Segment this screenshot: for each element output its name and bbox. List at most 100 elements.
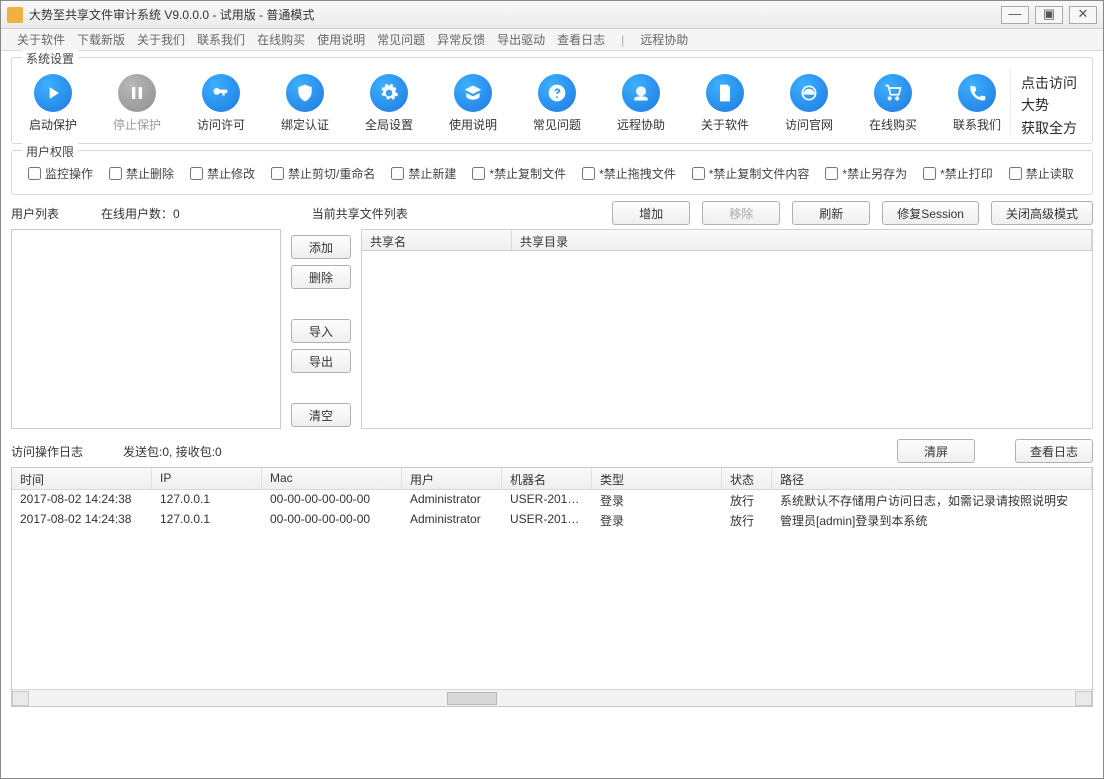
checkbox[interactable] (825, 167, 838, 180)
shield-icon (286, 74, 324, 112)
share-col-name[interactable]: 共享名 (362, 230, 512, 250)
scroll-track[interactable] (29, 691, 1075, 706)
perm-check-item[interactable]: *禁止复制文件内容 (692, 165, 810, 182)
cell-status: 放行 (722, 490, 772, 510)
toolbar-start-protect-button[interactable]: 启动保护 (26, 74, 80, 133)
check-label: *禁止打印 (940, 165, 993, 182)
log-col-type[interactable]: 类型 (592, 468, 722, 489)
log-col-time[interactable]: 时间 (12, 468, 152, 489)
toolbar-usage-button[interactable]: 使用说明 (446, 74, 500, 133)
share-add-button[interactable]: 增加 (612, 201, 690, 225)
toolbar-visit-site-button[interactable]: 访问官网 (782, 74, 836, 133)
menu-item[interactable]: 关于软件 (11, 33, 71, 47)
close-button[interactable]: ✕ (1069, 6, 1097, 24)
promo-line2: 获取全方位 (1021, 119, 1082, 134)
check-label: *禁止复制文件 (489, 165, 566, 182)
toolbar-bind-auth-button[interactable]: 绑定认证 (278, 74, 332, 133)
log-label: 访问操作日志 (11, 443, 83, 460)
perm-check-item[interactable]: *禁止拖拽文件 (582, 165, 676, 182)
log-view-button[interactable]: 查看日志 (1015, 439, 1093, 463)
checkbox[interactable] (582, 167, 595, 180)
log-row[interactable]: 2017-08-02 14:24:38127.0.0.100-00-00-00-… (12, 510, 1092, 530)
checkbox[interactable] (28, 167, 41, 180)
userlist-add-button[interactable]: 添加 (291, 235, 351, 259)
horizontal-scrollbar[interactable] (12, 689, 1092, 706)
scroll-right-arrow[interactable] (1075, 691, 1092, 706)
menu-item[interactable]: 关于我们 (131, 33, 191, 47)
menu-item[interactable]: 在线购买 (251, 33, 311, 47)
perm-check-item[interactable]: 禁止修改 (190, 165, 255, 182)
share-remove-button[interactable]: 移除 (702, 201, 780, 225)
cell-type: 登录 (592, 490, 722, 510)
menu-item[interactable]: 联系我们 (191, 33, 251, 47)
log-row[interactable]: 2017-08-02 14:24:38127.0.0.100-00-00-00-… (12, 490, 1092, 510)
toolbar-contact-button[interactable]: 联系我们 (950, 74, 1004, 133)
log-col-user[interactable]: 用户 (402, 468, 502, 489)
scroll-thumb[interactable] (447, 692, 497, 705)
perm-check-item[interactable]: 禁止删除 (109, 165, 174, 182)
menu-item[interactable]: 下载新版 (71, 33, 131, 47)
menu-item[interactable]: 导出驱动 (491, 33, 551, 47)
toolbar-buy-online-button[interactable]: 在线购买 (866, 74, 920, 133)
perm-check-item[interactable]: 禁止读取 (1009, 165, 1074, 182)
share-col-dir[interactable]: 共享目录 (512, 230, 1092, 250)
share-refresh-button[interactable]: 刷新 (792, 201, 870, 225)
log-col-host[interactable]: 机器名 (502, 468, 592, 489)
checkbox[interactable] (190, 167, 203, 180)
toolbar-item-label: 停止保护 (113, 116, 161, 133)
perm-check-item[interactable]: *禁止复制文件 (472, 165, 566, 182)
toolbar-global-settings-button[interactable]: 全局设置 (362, 74, 416, 133)
check-label: *禁止另存为 (842, 165, 907, 182)
log-clear-button[interactable]: 清屏 (897, 439, 975, 463)
menu-item[interactable]: 查看日志 (551, 33, 611, 47)
userlist-clear-button[interactable]: 清空 (291, 403, 351, 427)
perm-check-item[interactable]: 监控操作 (28, 165, 93, 182)
toolbar-access-permit-button[interactable]: 访问许可 (194, 74, 248, 133)
menu-item[interactable]: 异常反馈 (431, 33, 491, 47)
userlist-box[interactable] (11, 229, 281, 429)
scroll-left-arrow[interactable] (12, 691, 29, 706)
menu-remote-assist[interactable]: 远程协助 (634, 31, 694, 48)
userlist-delete-button[interactable]: 删除 (291, 265, 351, 289)
checkbox[interactable] (271, 167, 284, 180)
cart-icon (874, 74, 912, 112)
play-icon (34, 74, 72, 112)
sharelist-label: 当前共享文件列表 (312, 205, 408, 222)
perm-check-item[interactable]: *禁止打印 (923, 165, 993, 182)
promo-banner[interactable]: 点击访问大势 获取全方位 (1010, 68, 1084, 134)
checkbox[interactable] (472, 167, 485, 180)
checkbox[interactable] (923, 167, 936, 180)
toolbar-item-label: 关于软件 (701, 116, 749, 133)
checkbox[interactable] (109, 167, 122, 180)
checkbox[interactable] (391, 167, 404, 180)
log-col-mac[interactable]: Mac (262, 468, 402, 489)
repair-session-button[interactable]: 修复Session (882, 201, 979, 225)
log-col-status[interactable]: 状态 (722, 468, 772, 489)
log-col-path[interactable]: 路径 (772, 468, 1092, 489)
share-table-body[interactable] (361, 251, 1093, 429)
toolbar-item-label: 使用说明 (449, 116, 497, 133)
system-settings-group: 系统设置 启动保护停止保护访问许可绑定认证全局设置使用说明常见问题远程协助关于软… (11, 57, 1093, 144)
userlist-import-button[interactable]: 导入 (291, 319, 351, 343)
perm-check-item[interactable]: *禁止另存为 (825, 165, 907, 182)
toolbar-faq-button[interactable]: 常见问题 (530, 74, 584, 133)
close-advanced-button[interactable]: 关闭高级模式 (991, 201, 1093, 225)
userlist-export-button[interactable]: 导出 (291, 349, 351, 373)
log-col-ip[interactable]: IP (152, 468, 262, 489)
minimize-button[interactable]: — (1001, 6, 1029, 24)
menu-item[interactable]: 使用说明 (311, 33, 371, 47)
toolbar-remote-assist-button[interactable]: 远程协助 (614, 74, 668, 133)
maximize-button[interactable]: ▣ (1035, 6, 1063, 24)
toolbar-item-label: 远程协助 (617, 116, 665, 133)
app-icon (7, 7, 23, 23)
toolbar-about-button[interactable]: 关于软件 (698, 74, 752, 133)
check-label: 禁止剪切/重命名 (288, 165, 375, 182)
menu-item[interactable]: 常见问题 (371, 33, 431, 47)
cell-ip: 127.0.0.1 (152, 490, 262, 510)
log-table-body[interactable]: 2017-08-02 14:24:38127.0.0.100-00-00-00-… (12, 490, 1092, 689)
toolbar-stop-protect-button[interactable]: 停止保护 (110, 74, 164, 133)
checkbox[interactable] (692, 167, 705, 180)
checkbox[interactable] (1009, 167, 1022, 180)
perm-check-item[interactable]: 禁止新建 (391, 165, 456, 182)
perm-check-item[interactable]: 禁止剪切/重命名 (271, 165, 375, 182)
